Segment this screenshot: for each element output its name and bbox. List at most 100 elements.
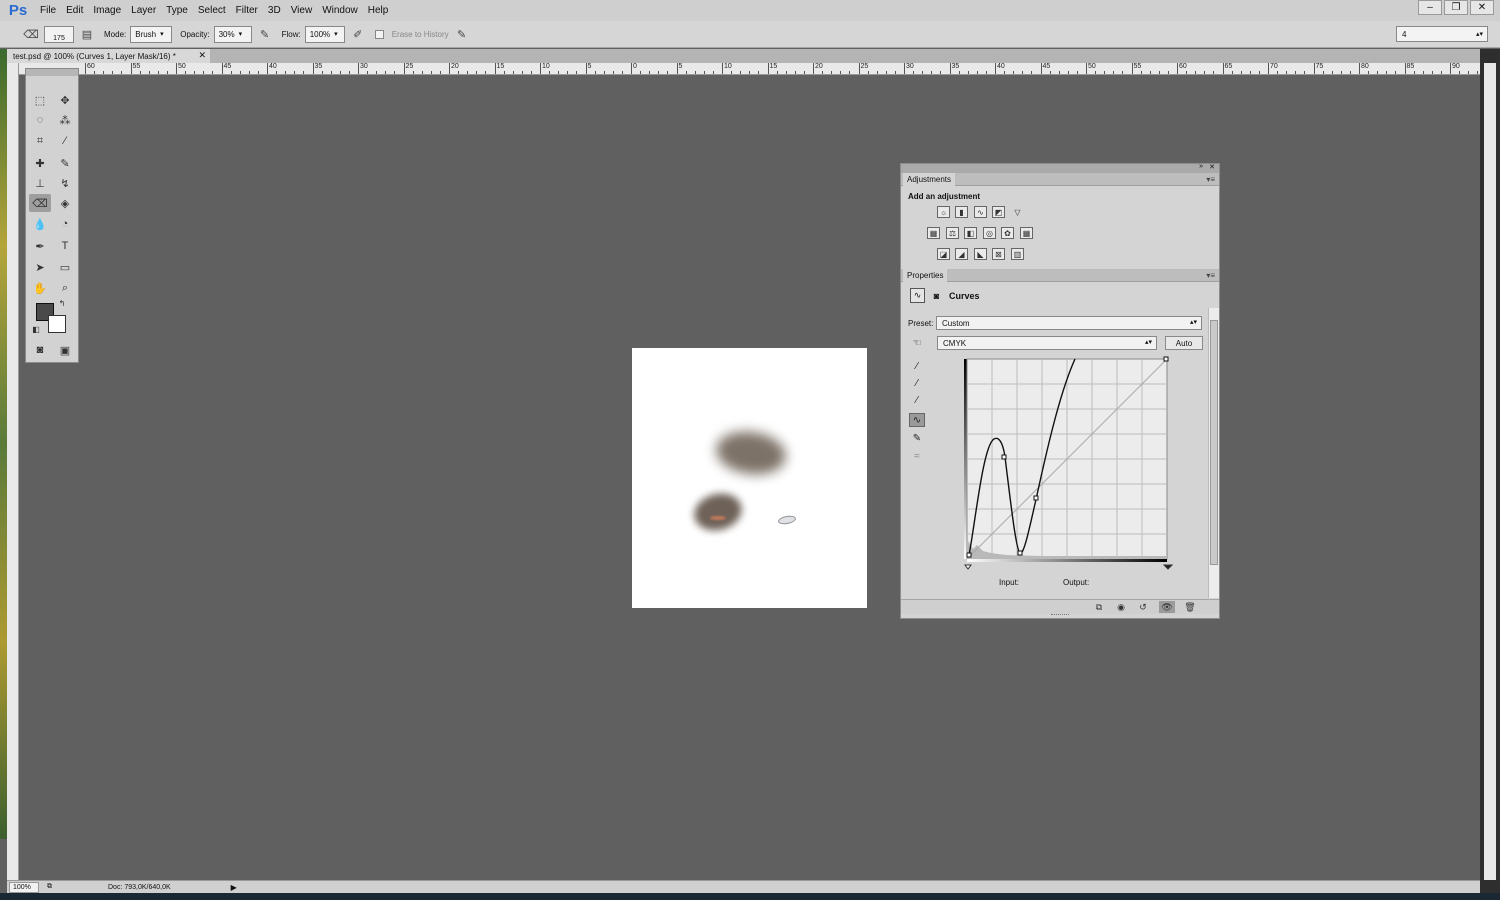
mask-properties-icon[interactable]: ◙ (929, 288, 944, 303)
mode-select[interactable]: Brush ▾ (130, 25, 173, 43)
menu-filter[interactable]: Filter (236, 5, 258, 16)
clip-to-layer-icon[interactable]: ⧉ (1091, 601, 1107, 613)
zoom-field[interactable]: 100% (9, 881, 39, 893)
menu-view[interactable]: View (291, 5, 313, 16)
pen-tool-icon[interactable]: ✒ (29, 237, 51, 255)
blur-tool-icon[interactable]: 💧 (29, 215, 51, 233)
properties-scrollbar[interactable] (1208, 308, 1219, 598)
history-brush-tool-icon[interactable]: ↯ (54, 174, 76, 192)
curves-adjust-icon[interactable]: ∿ (974, 206, 987, 218)
tools-panel-header[interactable] (26, 69, 78, 76)
gradient-map-icon[interactable]: ▥ (1011, 248, 1024, 260)
close-tab-icon[interactable]: ✕ (198, 50, 206, 61)
threshold-icon[interactable]: ◣ (974, 248, 987, 260)
clone-stamp-tool-icon[interactable]: ⊥ (29, 174, 51, 192)
zoom-tool-icon[interactable]: ⌕ (54, 279, 76, 297)
brush-tool-icon[interactable]: ✎ (54, 154, 76, 172)
brightness-contrast-icon[interactable]: ☼ (937, 206, 950, 218)
document-canvas[interactable] (632, 348, 867, 608)
gray-point-eyedropper-icon[interactable]: ⁄ (909, 376, 925, 390)
hue-saturation-icon[interactable]: ▦ (927, 227, 940, 239)
marquee-tool-icon[interactable]: ⬚ (29, 91, 51, 109)
menu-select[interactable]: Select (198, 5, 226, 16)
panel-titlebar[interactable]: » ✕ (901, 163, 1219, 173)
menu-layer[interactable]: Layer (131, 5, 156, 16)
workspace-select[interactable]: 4 ▴▾ (1396, 26, 1488, 42)
view-previous-icon[interactable]: ◉ (1113, 601, 1129, 613)
auto-button[interactable]: Auto (1165, 336, 1203, 350)
preset-select[interactable]: Custom ▴▾ (936, 316, 1202, 330)
curve-point[interactable] (1033, 495, 1039, 501)
white-point-eyedropper-icon[interactable]: ⁄ (909, 393, 925, 407)
scrollbar-thumb[interactable] (1210, 320, 1218, 565)
color-lookup-icon[interactable]: ▦ (1020, 227, 1033, 239)
quick-mask-icon[interactable]: ◙ (29, 341, 51, 359)
crop-tool-icon[interactable]: ⌗ (29, 132, 51, 150)
selective-color-icon[interactable]: ⊠ (992, 248, 1005, 260)
curve-point[interactable] (966, 552, 972, 558)
curve-point-tool-icon[interactable]: ∿ (909, 413, 925, 427)
tab-adjustments[interactable]: Adjustments (903, 173, 956, 186)
panel-menu-icon[interactable]: ▾≡ (1206, 175, 1215, 184)
menu-edit[interactable]: Edit (66, 5, 83, 16)
color-balance-icon[interactable]: ⚖ (946, 227, 959, 239)
menu-window[interactable]: Window (322, 5, 358, 16)
airbrush-icon[interactable]: ✐ (349, 25, 367, 43)
black-input-slider-icon[interactable] (1162, 564, 1173, 570)
menu-image[interactable]: Image (93, 5, 121, 16)
channel-mixer-icon[interactable]: ✿ (1001, 227, 1014, 239)
default-colors-icon[interactable]: ◧ (30, 323, 42, 335)
path-selection-tool-icon[interactable]: ➤ (29, 258, 51, 276)
erase-history-checkbox[interactable] (374, 29, 384, 39)
quick-selection-tool-icon[interactable]: ⁂ (54, 111, 76, 129)
levels-icon[interactable]: ▮ (955, 206, 968, 218)
menu-3d[interactable]: 3D (268, 5, 281, 16)
background-color-swatch[interactable] (48, 315, 66, 333)
vibrance-icon[interactable]: ▽ (1011, 206, 1024, 218)
minimize-button[interactable]: – (1418, 0, 1442, 15)
collapse-panel-icon[interactable]: » (1199, 163, 1203, 170)
menu-type[interactable]: Type (166, 5, 188, 16)
eraser-tool-icon[interactable]: ⌫ (29, 194, 51, 212)
panel-menu-icon[interactable]: ▾≡ (1206, 271, 1215, 280)
photo-filter-icon[interactable]: ◎ (983, 227, 996, 239)
posterize-icon[interactable]: ◢ (955, 248, 968, 260)
document-tab[interactable]: test.psd @ 100% (Curves 1, Layer Mask/16… (7, 49, 210, 63)
tab-properties[interactable]: Properties (903, 269, 948, 282)
eyedropper-tool-icon[interactable]: ⁄ (54, 132, 76, 150)
paint-bucket-tool-icon[interactable]: ◈ (54, 194, 76, 212)
status-info-icon[interactable]: ⧉ (47, 883, 52, 891)
brush-size-picker[interactable]: 175 (44, 25, 74, 43)
dodge-tool-icon[interactable]: ◔ (54, 215, 76, 233)
black-point-eyedropper-icon[interactable]: ⁄ (909, 359, 925, 373)
black-white-icon[interactable]: ◧ (964, 227, 977, 239)
type-tool-icon[interactable]: T (54, 237, 76, 255)
swap-colors-icon[interactable]: ↰ (56, 297, 68, 309)
flow-field[interactable]: 100% ▾ (304, 25, 345, 43)
white-input-slider-icon[interactable] (964, 564, 972, 570)
healing-brush-tool-icon[interactable]: ✚ (29, 154, 51, 172)
lasso-tool-icon[interactable]: ◌ (29, 111, 51, 129)
brush-panel-icon[interactable]: ▤ (78, 25, 96, 43)
opacity-field[interactable]: 30% ▾ (213, 25, 252, 43)
curve-point[interactable] (1163, 356, 1169, 362)
visibility-icon[interactable]: 👁 (1159, 601, 1175, 613)
pressure-opacity-icon[interactable]: ✎ (256, 25, 274, 43)
exposure-icon[interactable]: ◩ (992, 206, 1005, 218)
rectangle-tool-icon[interactable]: ▭ (54, 258, 76, 276)
smooth-curve-icon[interactable]: ≈ (909, 449, 925, 463)
move-tool-icon[interactable]: ✥ (54, 91, 76, 109)
close-button[interactable]: ✕ (1470, 0, 1494, 15)
curve-point[interactable] (1017, 550, 1023, 556)
channel-select[interactable]: CMYK ▴▾ (937, 336, 1157, 350)
menu-file[interactable]: File (40, 5, 56, 16)
hand-tool-icon[interactable]: ✋ (29, 279, 51, 297)
curves-properties-icon[interactable]: ∿ (910, 288, 925, 303)
status-menu-arrow-icon[interactable]: ▶ (231, 883, 237, 892)
curve-point[interactable] (1001, 454, 1007, 460)
pressure-size-icon[interactable]: ✎ (453, 25, 471, 43)
on-image-adjust-icon[interactable]: ☜ (909, 336, 925, 350)
pencil-draw-tool-icon[interactable]: ✎ (909, 431, 925, 445)
invert-icon[interactable]: ◪ (937, 248, 950, 260)
menu-help[interactable]: Help (368, 5, 389, 16)
